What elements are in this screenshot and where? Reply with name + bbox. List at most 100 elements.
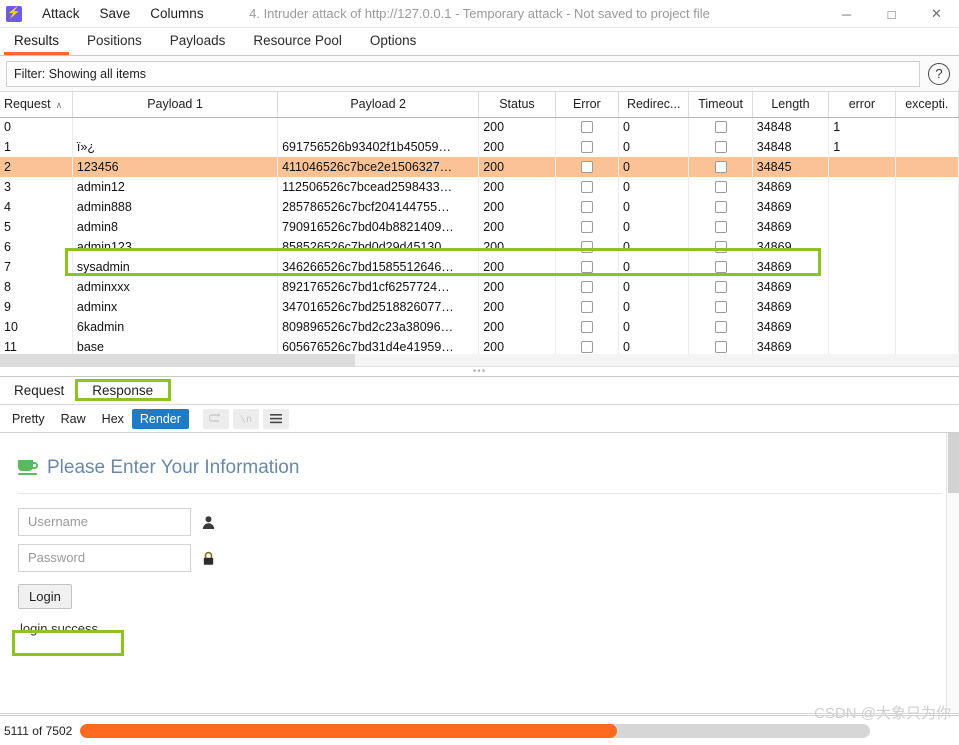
cell-exception [895, 257, 959, 277]
cell-error [555, 197, 620, 217]
table-row[interactable]: 0 200 0 34848 1 [0, 117, 959, 137]
menu-attack[interactable]: Attack [32, 0, 90, 28]
tab-resource-pool[interactable]: Resource Pool [239, 28, 356, 55]
password-input[interactable]: Password [18, 544, 191, 572]
cell-exception [895, 177, 959, 197]
filter-input[interactable]: Filter: Showing all items [6, 60, 920, 87]
cell-error-checkbox[interactable] [580, 301, 593, 313]
cell-timeout-checkbox[interactable] [714, 321, 727, 333]
title-bar: ⚡ Attack Save Columns 4. Intruder attack… [0, 0, 959, 28]
column-header-request[interactable]: Request ∧ [0, 92, 73, 118]
column-header-payload1[interactable]: Payload 1 [72, 92, 279, 118]
table-row[interactable]: 1 ï»¿ 691756526b93402f1b45059… 200 0 34848 1 [0, 137, 959, 157]
cell-timeout-checkbox[interactable] [714, 121, 727, 134]
cell-redirections: 0 [618, 317, 690, 337]
menu-save[interactable]: Save [90, 0, 141, 28]
username-input[interactable]: Username [18, 508, 191, 536]
cell-error2 [828, 257, 896, 277]
panel-splitter[interactable]: ••• [0, 366, 959, 377]
tab-response[interactable]: Response [78, 377, 167, 405]
cell-payload2: 411046526c7bce2e1506327… [277, 157, 480, 177]
cell-request: 9 [0, 297, 73, 317]
cell-error-checkbox[interactable] [580, 281, 593, 293]
table-row[interactable]: 2 123456 411046526c7bce2e1506327… 200 0 34845 [0, 157, 959, 177]
view-mode-raw[interactable]: Raw [53, 409, 94, 429]
cell-status: 200 [478, 297, 556, 317]
table-row[interactable]: 8 adminxxx 892176526c7bd1cf6257724… 200 0 348… [0, 277, 959, 297]
cell-timeout-checkbox[interactable] [714, 301, 727, 313]
view-mode-hex[interactable]: Hex [94, 409, 132, 429]
rendered-page-heading: Please Enter Your Information [0, 433, 959, 479]
cell-error-checkbox[interactable] [580, 121, 593, 134]
cell-timeout-checkbox[interactable] [714, 281, 727, 293]
tab-results[interactable]: Results [0, 28, 73, 55]
cell-redirections: 0 [618, 237, 690, 257]
column-header-timeout[interactable]: Timeout [688, 92, 753, 118]
undo-arrow-icon[interactable] [202, 408, 229, 429]
tab-request[interactable]: Request [0, 377, 78, 405]
cell-timeout-checkbox[interactable] [714, 261, 727, 273]
cell-timeout-checkbox[interactable] [714, 341, 727, 353]
cell-error-checkbox[interactable] [580, 161, 593, 173]
column-header-error2[interactable]: error [828, 92, 896, 118]
cell-error-checkbox[interactable] [580, 181, 593, 193]
render-vertical-scrollbar[interactable] [946, 433, 959, 713]
filter-row: Filter: Showing all items ? [0, 56, 959, 92]
cell-error-checkbox[interactable] [580, 241, 593, 253]
table-row[interactable]: 3 admin12 112506526c7bcead2598433… 200 0 3486… [0, 177, 959, 197]
table-row[interactable]: 7 sysadmin 346266526c7bd1585512646… 200 0 348… [0, 257, 959, 277]
cell-payload2: 691756526b93402f1b45059… [277, 137, 480, 157]
table-row[interactable]: 5 admin8 790916526c7bd04b8821409… 200 0 34869 [0, 217, 959, 237]
cell-error [555, 277, 620, 297]
cell-error-checkbox[interactable] [580, 141, 593, 153]
minimize-button[interactable]: ─ [824, 0, 869, 28]
cell-timeout-checkbox[interactable] [714, 141, 727, 153]
cell-redirections: 0 [618, 197, 690, 217]
cell-error-checkbox[interactable] [580, 261, 593, 273]
cell-error-checkbox[interactable] [580, 221, 593, 233]
tab-positions[interactable]: Positions [73, 28, 156, 55]
column-header-status[interactable]: Status [478, 92, 556, 118]
cell-timeout-checkbox[interactable] [714, 201, 727, 213]
table-row[interactable]: 10 6kadmin 809896526c7bd2c23a38096… 200 0 348… [0, 317, 959, 337]
cell-exception [895, 297, 959, 317]
newline-icon[interactable]: \n [232, 408, 259, 429]
cell-payload2: 858526526c7bd0d29d45130… [277, 237, 480, 257]
view-mode-pretty[interactable]: Pretty [4, 409, 53, 429]
tab-options[interactable]: Options [356, 28, 431, 55]
cell-status: 200 [478, 237, 556, 257]
hamburger-menu-icon[interactable] [262, 408, 289, 429]
cell-timeout-checkbox[interactable] [714, 161, 727, 173]
tab-payloads[interactable]: Payloads [156, 28, 240, 55]
cell-request: 3 [0, 177, 73, 197]
menu-columns[interactable]: Columns [140, 0, 213, 28]
cell-error-checkbox[interactable] [580, 341, 593, 353]
column-header-redirections[interactable]: Redirec... [618, 92, 690, 118]
table-row[interactable]: 9 adminx 347016526c7bd2518826077… 200 0 34869 [0, 297, 959, 317]
cell-timeout-checkbox[interactable] [714, 181, 727, 193]
help-icon[interactable]: ? [928, 62, 950, 85]
view-mode-render[interactable]: Render [131, 408, 189, 429]
table-row[interactable]: 6 admin123 858526526c7bd0d29d45130… 200 0 348… [0, 237, 959, 257]
login-button[interactable]: Login [18, 584, 72, 609]
cell-payload2: 809896526c7bd2c23a38096… [277, 317, 480, 337]
column-header-error[interactable]: Error [555, 92, 620, 118]
cell-error [555, 137, 620, 157]
render-vertical-scrollbar-thumb[interactable] [948, 433, 959, 493]
column-header-exception[interactable]: excepti. [895, 92, 959, 118]
cell-error-checkbox[interactable] [580, 201, 593, 213]
sort-ascending-icon: ∧ [55, 100, 63, 111]
cell-exception [895, 337, 959, 354]
cell-timeout-checkbox[interactable] [714, 241, 727, 253]
maximize-button[interactable]: □ [869, 0, 914, 28]
column-header-length[interactable]: Length [752, 92, 830, 118]
results-table-container: Request ∧ Payload 1 Payload 2 Status Erro… [0, 92, 959, 354]
results-horizontal-scrollbar-thumb[interactable] [0, 354, 355, 367]
cell-error-checkbox[interactable] [580, 321, 593, 333]
close-button[interactable]: ✕ [914, 0, 959, 28]
table-row[interactable]: 11 base 605676526c7bd31d4e41959… 200 0 34869 [0, 337, 959, 354]
column-header-payload2[interactable]: Payload 2 [277, 92, 480, 118]
results-horizontal-scrollbar[interactable] [0, 354, 959, 367]
cell-timeout-checkbox[interactable] [714, 221, 727, 233]
table-row[interactable]: 4 admin888 285786526c7bcf204144755… 200 0 348… [0, 197, 959, 217]
